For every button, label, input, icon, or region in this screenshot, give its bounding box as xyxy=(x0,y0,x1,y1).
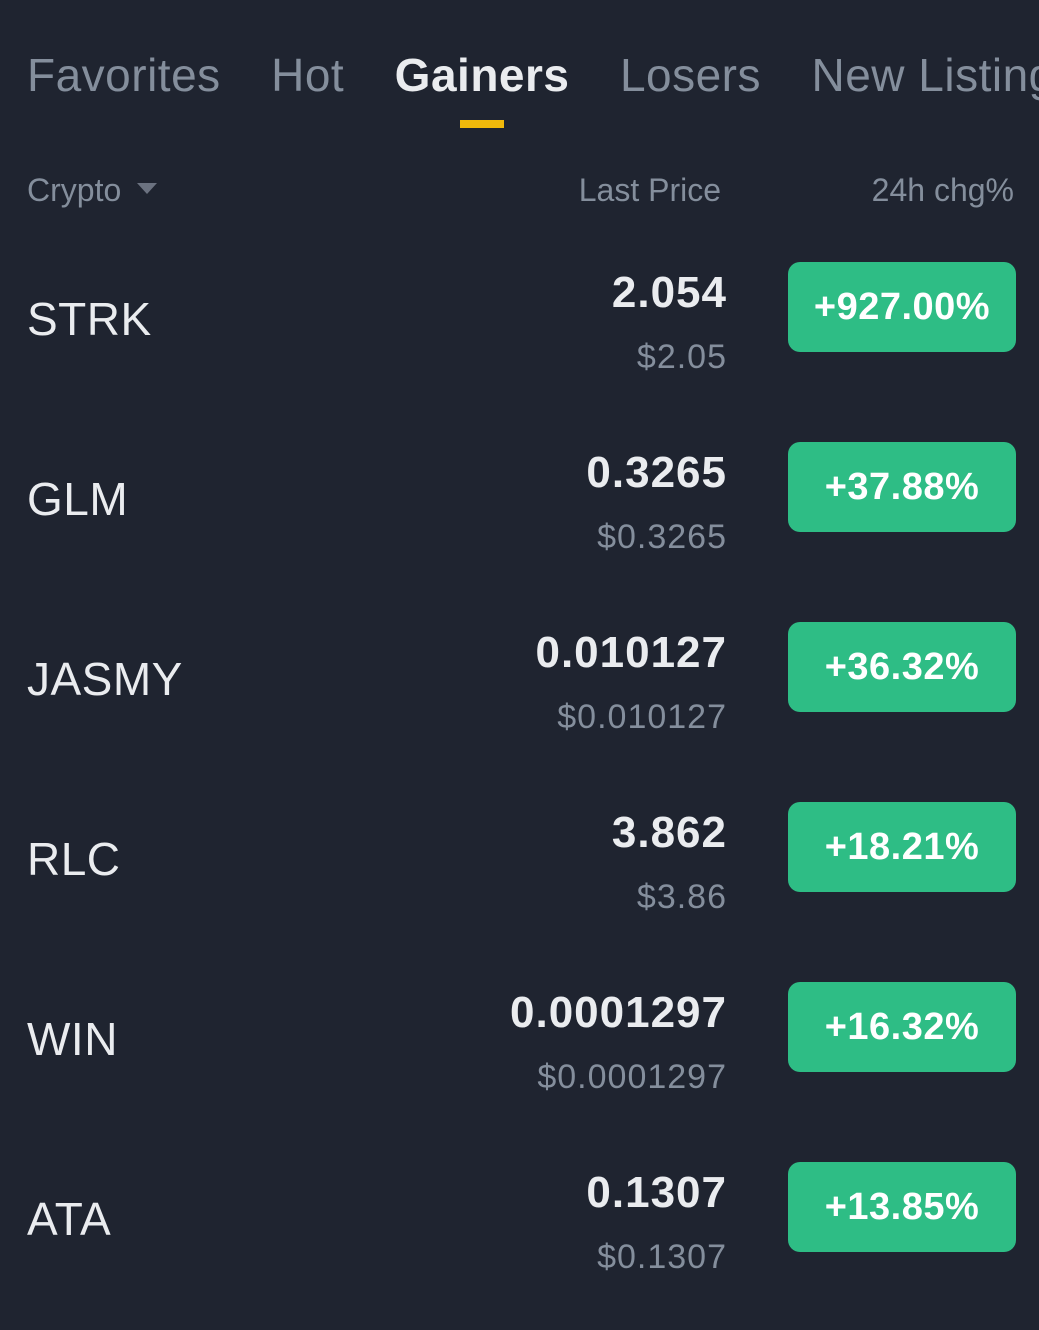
last-price: 3.862 xyxy=(611,808,727,857)
symbol: JASMY xyxy=(27,653,183,705)
last-price: 2.054 xyxy=(611,268,727,317)
last-price-column-header[interactable]: Last Price xyxy=(579,172,721,209)
usd-price: $2.05 xyxy=(636,338,727,376)
last-price: 0.010127 xyxy=(535,628,727,677)
tab-favorites[interactable]: Favorites xyxy=(27,48,221,102)
change-badge[interactable]: +18.21% xyxy=(788,802,1016,892)
usd-price: $0.1307 xyxy=(597,1238,727,1276)
market-row[interactable]: GLM 0.3265 $0.3265 +37.88% xyxy=(0,430,1039,610)
symbol: ATA xyxy=(27,1193,112,1245)
change-badge[interactable]: +16.32% xyxy=(788,982,1016,1072)
tab-new-listings[interactable]: New Listings xyxy=(811,48,1039,102)
market-row[interactable]: RLC 3.862 $3.86 +18.21% xyxy=(0,790,1039,970)
tab-label: Gainers xyxy=(394,49,570,101)
tab-label: New Listings xyxy=(811,49,1039,101)
tab-label: Hot xyxy=(271,49,345,101)
usd-price: $0.010127 xyxy=(557,698,727,736)
symbol: RLC xyxy=(27,833,121,885)
market-row[interactable]: ATA 0.1307 $0.1307 +13.85% xyxy=(0,1150,1039,1330)
symbol: GLM xyxy=(27,473,129,525)
usd-price: $3.86 xyxy=(636,878,727,916)
caret-down-icon xyxy=(137,183,158,195)
symbol: STRK xyxy=(27,293,152,345)
usd-price: $0.0001297 xyxy=(537,1058,727,1096)
change-column-header[interactable]: 24h chg% xyxy=(872,172,1014,209)
change-badge[interactable]: +13.85% xyxy=(788,1162,1016,1252)
change-badge[interactable]: +37.88% xyxy=(788,442,1016,532)
market-row[interactable]: WIN 0.0001297 $0.0001297 +16.32% xyxy=(0,970,1039,1150)
change-badge[interactable]: +36.32% xyxy=(788,622,1016,712)
tab-label: Losers xyxy=(619,49,762,101)
market-tabs: Favorites Hot Gainers Losers New Listing… xyxy=(27,48,1039,128)
last-price: 0.0001297 xyxy=(510,988,727,1037)
tab-gainers[interactable]: Gainers xyxy=(394,48,570,128)
tab-hot[interactable]: Hot xyxy=(271,48,344,102)
active-tab-indicator xyxy=(460,120,505,128)
tab-label: Favorites xyxy=(27,49,221,101)
market-row[interactable]: STRK 2.054 $2.05 +927.00% xyxy=(0,250,1039,430)
symbol: WIN xyxy=(27,1013,118,1065)
tab-losers[interactable]: Losers xyxy=(620,48,761,102)
last-price: 0.3265 xyxy=(586,448,727,497)
last-price: 0.1307 xyxy=(586,1168,727,1217)
column-header: Crypto Last Price 24h chg% xyxy=(0,172,1039,212)
usd-price: $0.3265 xyxy=(597,518,727,556)
market-row[interactable]: JASMY 0.010127 $0.010127 +36.32% xyxy=(0,610,1039,790)
crypto-column-label: Crypto xyxy=(27,172,122,208)
change-badge[interactable]: +927.00% xyxy=(788,262,1016,352)
crypto-sort-button[interactable]: Crypto xyxy=(27,172,158,209)
